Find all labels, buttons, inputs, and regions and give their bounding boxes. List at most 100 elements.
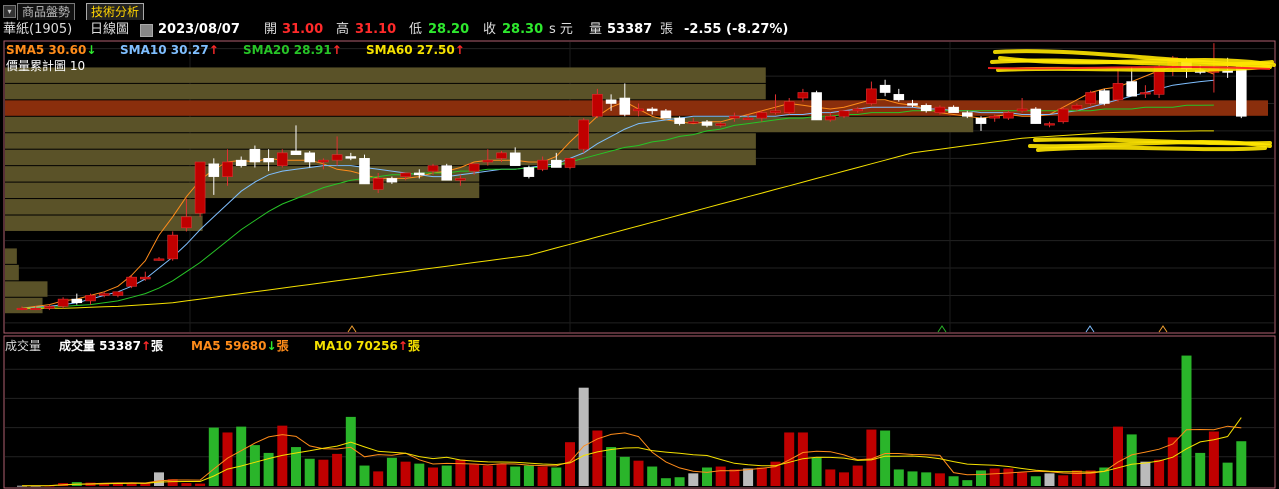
tab-menu-arrow-icon[interactable]: ▾ bbox=[3, 5, 16, 18]
candle-body bbox=[235, 159, 247, 166]
profile-bar bbox=[5, 67, 766, 83]
volume-bar bbox=[1126, 434, 1137, 486]
volume-bar bbox=[674, 477, 685, 486]
profile-bar bbox=[5, 149, 756, 166]
candle-body bbox=[208, 163, 220, 177]
volume-bar bbox=[688, 473, 699, 486]
profile-bar bbox=[5, 264, 19, 281]
price-change: -2.55 (-8.27%) bbox=[684, 22, 789, 37]
candle-body bbox=[1016, 108, 1028, 112]
candle-body bbox=[742, 117, 754, 120]
volume-bar bbox=[469, 464, 480, 486]
volume-panel: 成交量 成交量 53387↑張 MA5 59680↓張 MA10 70256↑張 bbox=[3, 335, 1276, 489]
volume-bar bbox=[578, 387, 589, 486]
technical-chart[interactable]: SMA5 30.60↓ SMA10 30.27↑ SMA20 28.91↑ SM… bbox=[0, 40, 1279, 489]
candle-body bbox=[318, 159, 329, 163]
volume-bar bbox=[565, 442, 575, 486]
open-value: 31.00 bbox=[282, 22, 324, 37]
candle-body bbox=[948, 106, 959, 113]
legend-arrow-icon: ↑ bbox=[398, 339, 408, 353]
volume-bar bbox=[400, 461, 411, 486]
tab-technical-analysis[interactable]: 技術分析 bbox=[86, 3, 145, 20]
candle-body bbox=[290, 150, 302, 155]
legend-label: SMA10 30.27 bbox=[120, 43, 209, 57]
low-label: 低 bbox=[409, 22, 423, 37]
volume-bar bbox=[1017, 472, 1028, 486]
candle-body bbox=[30, 307, 42, 311]
candle-body bbox=[249, 148, 261, 163]
legend-arrow-icon: ↑ bbox=[141, 339, 151, 353]
candle-body bbox=[509, 152, 521, 166]
volume-bar bbox=[373, 471, 384, 486]
volume-bar bbox=[784, 432, 795, 486]
candle-body bbox=[1236, 66, 1247, 117]
legend-unit: 張 bbox=[408, 339, 421, 353]
volume-bar bbox=[715, 466, 726, 486]
candle-body bbox=[1030, 108, 1042, 124]
candle-body bbox=[989, 115, 1001, 119]
profile-bar bbox=[5, 199, 203, 215]
legend-sma20: SMA20 28.91↑ bbox=[243, 43, 342, 57]
candle-body bbox=[646, 108, 658, 112]
candle-body bbox=[770, 110, 781, 113]
period-label: 日線圖 bbox=[90, 22, 130, 37]
candle-body bbox=[674, 117, 685, 124]
volume-panel-title: 成交量 bbox=[5, 338, 41, 353]
legend-arrow-icon: ↓ bbox=[267, 339, 277, 353]
candle-body bbox=[729, 115, 740, 119]
candle-body bbox=[907, 103, 918, 106]
tab-bar: ▾ 商品盤勢 技術分析 bbox=[0, 0, 1279, 20]
candle-body bbox=[441, 165, 453, 181]
currency-unit: s 元 bbox=[549, 22, 573, 37]
volume-bar bbox=[1071, 470, 1082, 486]
volume-bar bbox=[1113, 426, 1123, 486]
quote-info-bar: 華紙(1905) 日線圖 2023/08/07 開 31.00 高 31.10 … bbox=[0, 20, 1279, 40]
volume-bar bbox=[1003, 468, 1014, 486]
signal-triangle-icon bbox=[347, 325, 357, 333]
volume-bar bbox=[345, 416, 356, 486]
candle-body bbox=[893, 94, 905, 101]
volume-bar bbox=[948, 476, 959, 486]
candle-body bbox=[1057, 108, 1069, 123]
candle-body bbox=[715, 123, 727, 126]
signal-triangle-icon bbox=[1158, 325, 1168, 333]
candle-body bbox=[783, 101, 795, 113]
legend-label: 成交量 53387 bbox=[59, 338, 141, 353]
candle-body bbox=[550, 159, 562, 168]
candle-body bbox=[756, 112, 768, 119]
volume-bar bbox=[195, 483, 206, 486]
open-label: 開 bbox=[264, 22, 278, 37]
volume-bar bbox=[633, 460, 644, 486]
highlight-stroke bbox=[1036, 145, 1267, 152]
candle-body bbox=[961, 112, 973, 117]
legend-arrow-icon: ↑ bbox=[209, 43, 219, 57]
profile-bar bbox=[5, 248, 17, 264]
volume-bar bbox=[880, 430, 891, 486]
candle-body bbox=[523, 167, 535, 177]
volume-bar bbox=[976, 470, 986, 486]
price-panel: SMA5 30.60↓ SMA10 30.27↑ SMA20 28.91↑ SM… bbox=[3, 40, 1276, 334]
legend-arrow-icon: ↓ bbox=[86, 43, 96, 57]
tab-market-overview[interactable]: 商品盤勢 bbox=[17, 3, 76, 20]
profile-bar bbox=[5, 133, 756, 149]
candle-body bbox=[1099, 90, 1110, 104]
volume-bar bbox=[1058, 475, 1069, 486]
volume-bar bbox=[702, 467, 712, 486]
candle-body bbox=[934, 106, 946, 113]
candle-body bbox=[345, 156, 357, 159]
legend-unit: 張 bbox=[277, 339, 290, 353]
profile-bar bbox=[5, 281, 48, 297]
volume-bar bbox=[921, 472, 932, 486]
price-volume-profile bbox=[5, 67, 1268, 314]
profile-bar bbox=[5, 297, 43, 314]
volume-bar bbox=[154, 472, 164, 486]
period-dropdown-icon[interactable] bbox=[140, 24, 153, 37]
candle-body bbox=[44, 306, 55, 309]
volume-bar bbox=[496, 463, 507, 486]
legend-unit: 張 bbox=[151, 339, 164, 353]
candle-body bbox=[687, 121, 699, 124]
volume-bar bbox=[1222, 462, 1233, 486]
signal-triangle-icon bbox=[937, 325, 947, 333]
legend-volume-ma10: MA10 70256↑張 bbox=[314, 339, 421, 353]
candle-body bbox=[866, 88, 877, 104]
